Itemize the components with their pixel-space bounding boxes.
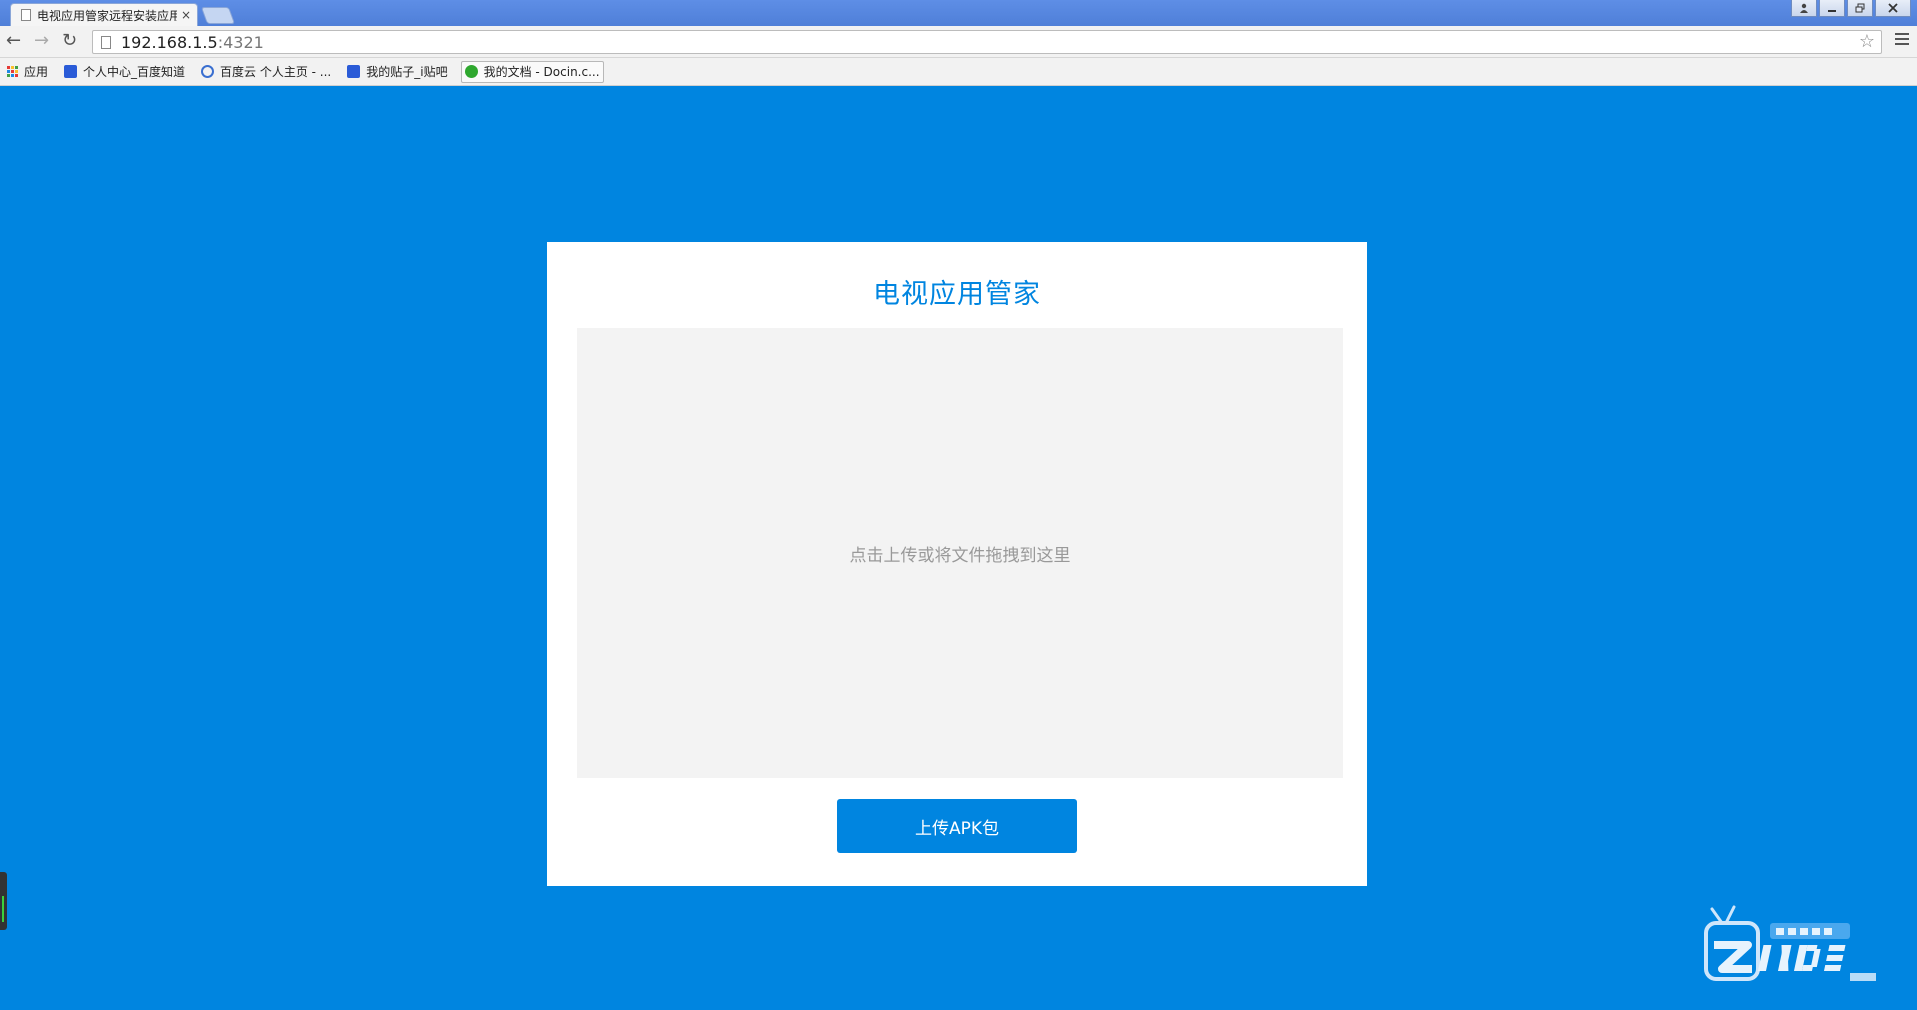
upload-card: 电视应用管家 点击上传或将文件拖拽到这里 上传APK包 [547,242,1367,886]
docin-icon [464,65,478,78]
tab-title: 电视应用管家远程安装应用 [37,8,177,23]
baidu-cloud-icon [201,65,215,78]
minimize-icon[interactable] [1819,0,1845,17]
side-widget-handle[interactable] [0,872,7,930]
baidu-paw-icon [347,65,361,78]
browser-titlebar: 电视应用管家远程安装应用 × [0,0,1917,26]
znds-watermark-logo [1704,905,1876,981]
bookmark-baidu-cloud[interactable]: 百度云 个人主页 - ... [198,61,334,83]
bookmark-tieba[interactable]: 我的贴子_i贴吧 [344,61,450,83]
bookmark-label: 应用 [24,65,49,79]
page-icon [101,35,111,49]
browser-toolbar: ← → ↻ 192.168.1.5:4321 ☆ [0,26,1917,58]
browser-tab[interactable]: 电视应用管家远程安装应用 × [10,3,198,26]
page-icon [21,9,31,21]
bookmark-baidu-zhidao[interactable]: 个人中心_百度知道 [61,61,188,83]
reload-icon[interactable]: ↻ [62,32,77,50]
address-bar[interactable]: 192.168.1.5:4321 ☆ [92,30,1882,54]
bookmark-label: 百度云 个人主页 - ... [220,65,332,79]
new-tab-button[interactable] [200,7,236,24]
restore-icon[interactable] [1847,0,1873,17]
bookmark-apps[interactable]: 应用 [4,61,51,83]
url-host: 192.168.1.5 [121,32,218,52]
bookmarks-bar: 应用 个人中心_百度知道 百度云 个人主页 - ... 我的贴子_i贴吧 我的文… [0,58,1917,86]
page-title: 电视应用管家 [873,279,1041,310]
user-icon[interactable] [1791,0,1817,17]
dropzone-hint: 点击上传或将文件拖拽到这里 [849,545,1071,566]
bookmark-docin[interactable]: 我的文档 - Docin.c... [460,60,604,83]
bookmark-label: 我的贴子_i贴吧 [366,65,448,79]
apps-grid-icon [7,66,18,77]
window-controls [1791,0,1911,17]
url-port: :4321 [217,32,264,52]
upload-apk-button[interactable]: 上传APK包 [837,799,1077,853]
forward-arrow-icon[interactable]: → [34,32,49,50]
chrome-menu-icon[interactable] [1895,33,1909,48]
tab-close-icon[interactable]: × [181,8,191,22]
bookmark-label: 个人中心_百度知道 [83,65,186,79]
bookmark-label: 我的文档 - Docin.c... [483,65,600,79]
close-icon[interactable] [1875,0,1911,17]
baidu-paw-icon [64,65,78,78]
back-arrow-icon[interactable]: ← [6,32,21,50]
file-dropzone[interactable]: 点击上传或将文件拖拽到这里 [577,328,1343,778]
bookmark-star-icon[interactable]: ☆ [1859,31,1875,53]
